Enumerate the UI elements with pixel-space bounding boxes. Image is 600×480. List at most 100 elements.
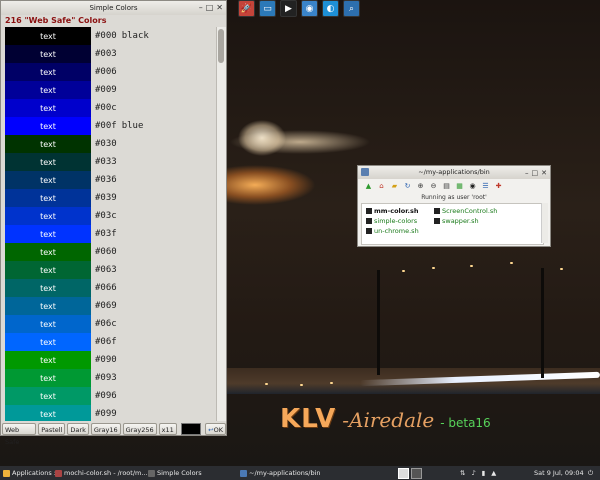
details-view-icon[interactable]: ☰ bbox=[480, 181, 491, 192]
taskbar: Applications : mochi-color.sh - /root/m.… bbox=[0, 466, 600, 480]
home-icon[interactable]: ⌂ bbox=[376, 181, 387, 192]
minimize-icon[interactable]: – bbox=[525, 167, 529, 180]
color-row[interactable]: text #00f blue bbox=[5, 117, 214, 135]
window-icon[interactable]: ▭ bbox=[259, 0, 276, 17]
disk-icon[interactable]: ◉ bbox=[301, 0, 318, 17]
x11-button[interactable]: x11 bbox=[158, 422, 177, 435]
close-icon[interactable]: ✕ bbox=[216, 3, 223, 12]
file-item[interactable]: un-chrome.sh bbox=[366, 227, 419, 235]
file-item[interactable]: mm-color.sh bbox=[366, 207, 419, 215]
icons-view-icon[interactable]: ▦ bbox=[454, 181, 465, 192]
file-item[interactable]: ScreenControl.sh bbox=[434, 207, 497, 215]
color-hex: #06c bbox=[95, 319, 117, 329]
color-row[interactable]: text #033 bbox=[5, 153, 214, 171]
color-row[interactable]: text #039 bbox=[5, 189, 214, 207]
gray256-button[interactable]: Gray256 bbox=[122, 422, 157, 435]
folder-app-icon bbox=[361, 168, 369, 176]
color-row[interactable]: text #099 bbox=[5, 405, 214, 421]
color-swatch: text bbox=[5, 279, 91, 297]
up-arrow-icon[interactable]: ▲ bbox=[363, 181, 374, 192]
color-list-scrollbar[interactable] bbox=[216, 27, 226, 421]
color-row[interactable]: text #009 bbox=[5, 81, 214, 99]
ok-button[interactable]: ↩OK bbox=[205, 422, 226, 435]
color-row[interactable]: text #060 bbox=[5, 243, 214, 261]
terminal-icon[interactable]: ▶ bbox=[280, 0, 297, 17]
minimize-icon[interactable]: – bbox=[199, 3, 203, 12]
file-icon bbox=[366, 208, 372, 214]
selected-color-chip bbox=[180, 422, 202, 435]
color-row[interactable]: text #000 black bbox=[5, 27, 214, 45]
file-item[interactable]: simple-colors bbox=[366, 217, 417, 225]
applications-menu[interactable]: Applications : bbox=[3, 466, 56, 480]
battery-icon[interactable]: ▮ bbox=[482, 466, 486, 480]
close-icon[interactable]: ✕ bbox=[541, 167, 547, 180]
pastell-button[interactable]: Pastell bbox=[38, 422, 66, 435]
color-row[interactable]: text #069 bbox=[5, 297, 214, 315]
web-safe-button[interactable]: Web Safe bbox=[2, 422, 37, 446]
color-hex: #036 bbox=[95, 175, 117, 185]
color-row[interactable]: text #06f bbox=[5, 333, 214, 351]
file-item[interactable]: swapper.sh bbox=[434, 217, 479, 225]
color-row[interactable]: text #030 bbox=[5, 135, 214, 153]
gray16-button[interactable]: Gray16 bbox=[90, 422, 121, 435]
task-button[interactable]: mochi-color.sh - /root/m... bbox=[55, 466, 148, 480]
notification-icon[interactable]: ▲ bbox=[491, 466, 496, 480]
color-row[interactable]: text #03f bbox=[5, 225, 214, 243]
city-light bbox=[432, 267, 435, 269]
scrollbar-thumb[interactable] bbox=[218, 29, 224, 63]
search-icon[interactable]: ⌕ bbox=[343, 0, 360, 17]
settings-icon[interactable]: ✚ bbox=[493, 181, 504, 192]
window-icon bbox=[148, 469, 155, 477]
color-row[interactable]: text #090 bbox=[5, 351, 214, 369]
folder-icon[interactable]: ▰ bbox=[389, 181, 400, 192]
workspace-1[interactable] bbox=[398, 467, 409, 479]
color-row[interactable]: text #093 bbox=[5, 369, 214, 387]
workspace-switcher[interactable] bbox=[398, 466, 422, 480]
file-manager-title: ~/my-applications/bin bbox=[418, 168, 490, 176]
color-row[interactable]: text #063 bbox=[5, 261, 214, 279]
workspace-2[interactable] bbox=[411, 467, 422, 479]
dark-button[interactable]: Dark bbox=[67, 422, 89, 435]
show-hidden-icon[interactable]: ◉ bbox=[467, 181, 478, 192]
file-list-scrollbar[interactable] bbox=[541, 203, 548, 243]
power-icon[interactable]: ⏻ bbox=[588, 466, 593, 480]
task-button[interactable]: Simple Colors bbox=[148, 466, 202, 480]
color-swatch: text bbox=[5, 243, 91, 261]
apps-icon bbox=[3, 469, 10, 477]
color-row[interactable]: text #06c bbox=[5, 315, 214, 333]
refresh-icon[interactable]: ↻ bbox=[402, 181, 413, 192]
color-row[interactable]: text #006 bbox=[5, 63, 214, 81]
simple-colors-titlebar[interactable]: Simple Colors – □ ✕ bbox=[1, 1, 226, 15]
color-hex: #000 bbox=[95, 31, 117, 41]
color-swatch: text bbox=[5, 171, 91, 189]
color-code: #006 bbox=[95, 67, 117, 77]
color-row[interactable]: text #066 bbox=[5, 279, 214, 297]
zoom-in-icon[interactable]: ⊕ bbox=[415, 181, 426, 192]
color-row[interactable]: text #00c bbox=[5, 99, 214, 117]
rocket-icon[interactable]: 🚀 bbox=[238, 0, 255, 17]
task-label: ~/my-applications/bin bbox=[249, 469, 321, 477]
web-browser-icon[interactable]: ◐ bbox=[322, 0, 339, 17]
city-light bbox=[470, 265, 473, 267]
file-manager-titlebar[interactable]: ~/my-applications/bin – □ ✕ bbox=[358, 166, 550, 179]
list-view-icon[interactable]: ▤ bbox=[441, 181, 452, 192]
maximize-icon[interactable]: □ bbox=[206, 3, 214, 12]
maximize-icon[interactable]: □ bbox=[532, 167, 539, 180]
color-row[interactable]: text #096 bbox=[5, 387, 214, 405]
color-row[interactable]: text #03c bbox=[5, 207, 214, 225]
color-row[interactable]: text #003 bbox=[5, 45, 214, 63]
color-row[interactable]: text #036 bbox=[5, 171, 214, 189]
zoom-out-icon[interactable]: ⊖ bbox=[428, 181, 439, 192]
color-swatch: text bbox=[5, 207, 91, 225]
color-hex: #00c bbox=[95, 103, 117, 113]
utility-pole bbox=[377, 270, 380, 375]
window-title: Simple Colors bbox=[89, 4, 138, 12]
task-button[interactable]: ~/my-applications/bin bbox=[240, 466, 321, 480]
file-manager-window: ~/my-applications/bin – □ ✕ ▲ ⌂ ▰ ↻ ⊕ ⊖ … bbox=[357, 165, 551, 247]
clock[interactable]: Sat 9 Jul, 09:04 bbox=[534, 466, 584, 480]
volume-icon[interactable]: ♪ bbox=[471, 466, 475, 480]
color-swatch: text bbox=[5, 27, 91, 45]
color-swatch: text bbox=[5, 45, 91, 63]
network-icon[interactable]: ⇅ bbox=[460, 466, 465, 480]
brand-airedale: -Airedale bbox=[342, 408, 435, 432]
